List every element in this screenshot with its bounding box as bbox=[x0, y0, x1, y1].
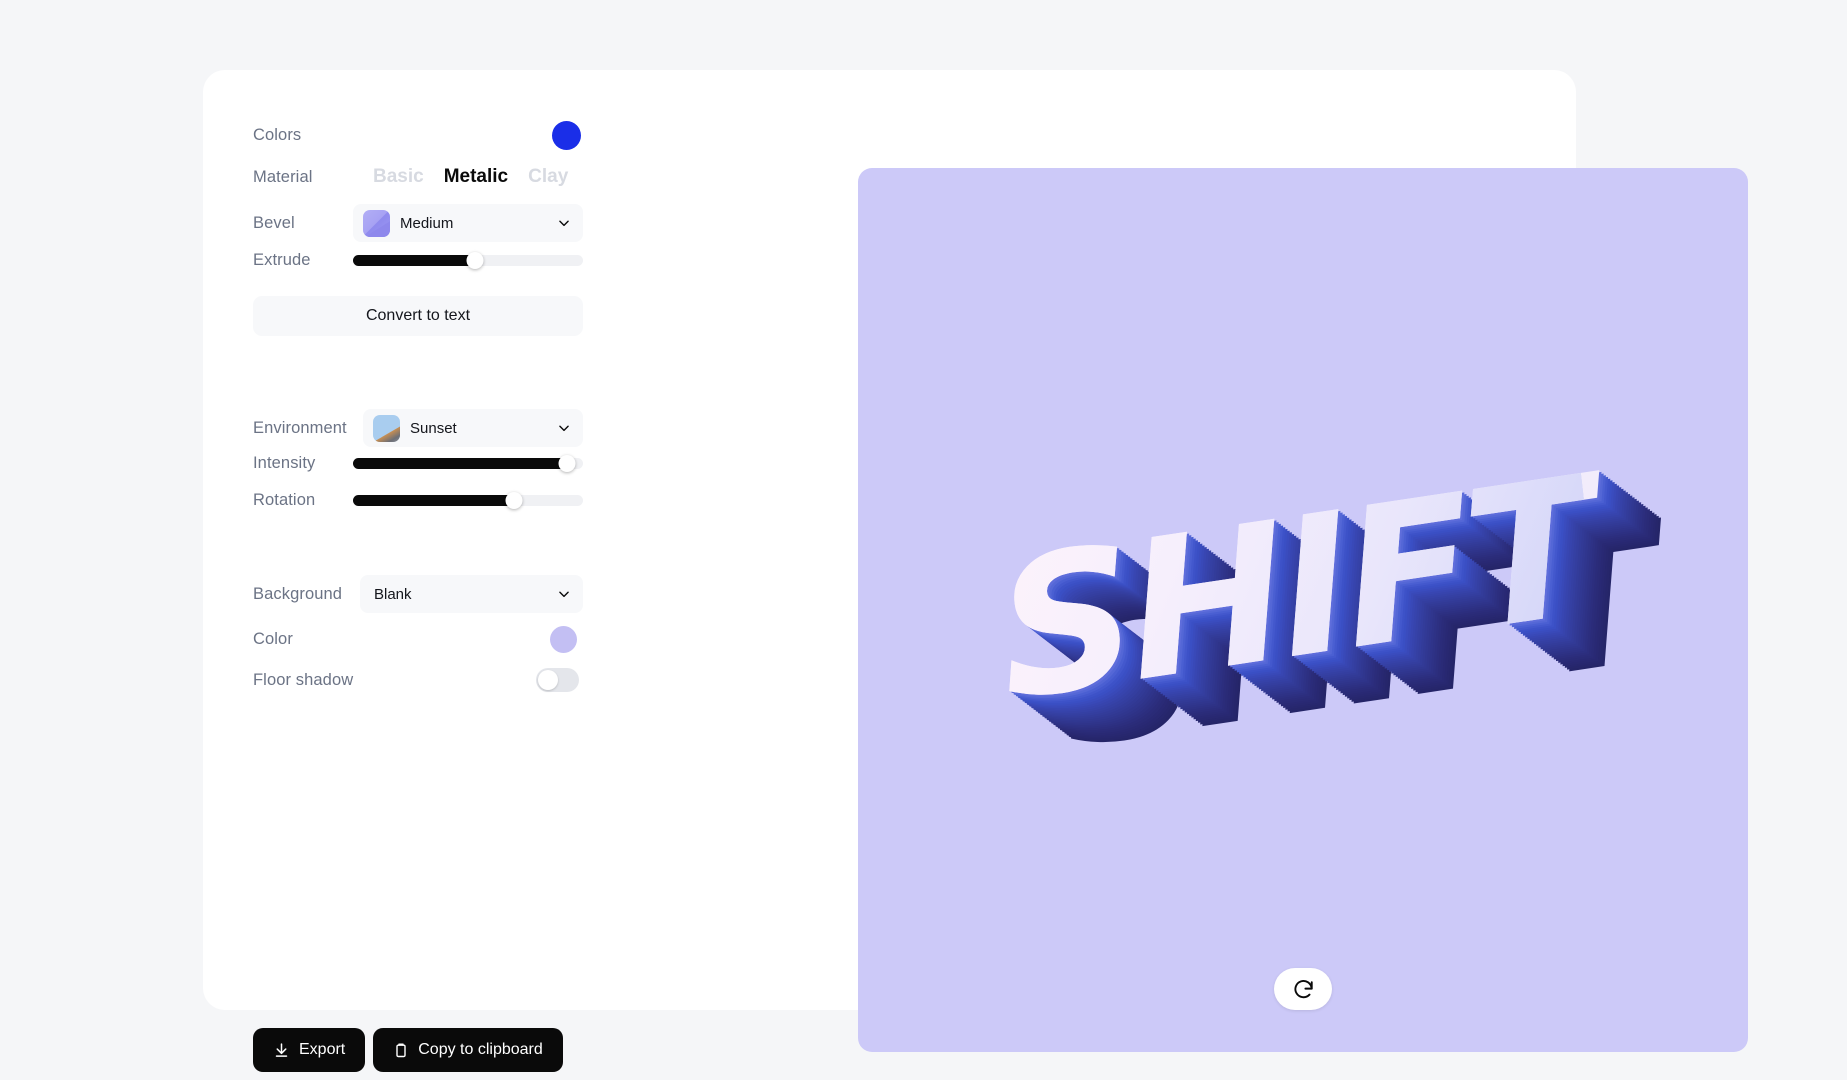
bevel-row: Bevel Medium bbox=[253, 204, 583, 242]
environment-thumbnail-icon bbox=[373, 414, 400, 442]
floor-shadow-label: Floor shadow bbox=[253, 670, 354, 689]
chevron-down-icon bbox=[559, 591, 569, 598]
material-option-metalic[interactable]: Metalic bbox=[444, 166, 508, 188]
preview-3d-text: SHIFTSHIFT bbox=[987, 435, 1601, 743]
main-card: Colors Material Basic Metalic Clay Bevel… bbox=[203, 70, 1748, 1072]
extrude-slider-fill bbox=[353, 254, 475, 266]
intensity-slider-fill bbox=[353, 457, 567, 469]
material-option-clay[interactable]: Clay bbox=[528, 166, 568, 188]
extrude-slider[interactable] bbox=[353, 251, 583, 269]
reset-view-button[interactable] bbox=[1274, 968, 1332, 1010]
download-icon bbox=[275, 1042, 288, 1057]
refresh-icon bbox=[1293, 979, 1313, 998]
background-color-label: Color bbox=[253, 629, 293, 648]
bevel-thumbnail-icon bbox=[363, 209, 390, 237]
export-label: Export bbox=[299, 1041, 346, 1058]
background-color-swatch[interactable] bbox=[550, 625, 577, 653]
material-options: Basic Metalic Clay bbox=[373, 166, 568, 188]
copy-to-clipboard-button[interactable]: Copy to clipboard bbox=[373, 1028, 563, 1072]
environment-value: Sunset bbox=[410, 419, 457, 437]
copy-label: Copy to clipboard bbox=[418, 1041, 543, 1058]
background-label: Background bbox=[253, 584, 343, 603]
convert-to-text-label: Convert to text bbox=[365, 307, 471, 324]
environment-row: Environment Sunset bbox=[253, 409, 583, 447]
action-buttons: Export Copy to clipboard bbox=[253, 1028, 563, 1072]
extrude-label: Extrude bbox=[253, 250, 311, 269]
rotation-row: Rotation bbox=[253, 490, 583, 510]
chevron-down-icon bbox=[559, 425, 569, 432]
background-row: Background Blank bbox=[253, 575, 583, 613]
app-root: Colors Material Basic Metalic Clay Bevel… bbox=[0, 0, 1847, 1080]
rotation-slider-fill bbox=[353, 494, 514, 506]
material-label: Material bbox=[253, 167, 313, 186]
environment-label: Environment bbox=[253, 418, 347, 437]
colors-row: Colors bbox=[253, 120, 583, 150]
background-value: Blank bbox=[374, 585, 412, 603]
floor-shadow-row: Floor shadow bbox=[253, 665, 583, 695]
background-select[interactable]: Blank bbox=[360, 575, 583, 613]
rotation-slider-thumb[interactable] bbox=[505, 491, 523, 509]
export-button[interactable]: Export bbox=[253, 1028, 366, 1072]
environment-select[interactable]: Sunset bbox=[363, 409, 583, 447]
intensity-row: Intensity bbox=[253, 453, 583, 473]
settings-panel: Colors Material Basic Metalic Clay Bevel… bbox=[253, 120, 583, 1072]
preview-stage: SHIFTSHIFT bbox=[858, 168, 1748, 1052]
floor-shadow-toggle[interactable] bbox=[536, 668, 579, 692]
convert-to-text-button[interactable]: Convert to text bbox=[253, 296, 583, 336]
intensity-label: Intensity bbox=[253, 453, 316, 472]
floor-shadow-toggle-knob bbox=[538, 670, 558, 690]
colors-label: Colors bbox=[253, 125, 302, 144]
bevel-select[interactable]: Medium bbox=[353, 204, 583, 242]
rotation-slider[interactable] bbox=[353, 491, 583, 509]
preview-3d-text-face: SHIFT bbox=[987, 435, 1602, 743]
clipboard-icon bbox=[396, 1043, 406, 1057]
intensity-slider[interactable] bbox=[353, 454, 583, 472]
bevel-value: Medium bbox=[400, 214, 454, 232]
chevron-down-icon bbox=[559, 220, 569, 227]
intensity-slider-thumb[interactable] bbox=[558, 454, 576, 472]
extrude-row: Extrude bbox=[253, 250, 583, 270]
extrude-slider-thumb[interactable] bbox=[466, 251, 484, 269]
preview-canvas[interactable]: SHIFTSHIFT bbox=[858, 168, 1748, 1052]
material-option-basic[interactable]: Basic bbox=[373, 166, 424, 188]
background-color-row: Color bbox=[253, 624, 583, 654]
material-row: Material Basic Metalic Clay bbox=[253, 162, 583, 192]
rotation-label: Rotation bbox=[253, 490, 316, 509]
color-swatch-primary[interactable] bbox=[552, 120, 581, 150]
bevel-label: Bevel bbox=[253, 213, 295, 232]
